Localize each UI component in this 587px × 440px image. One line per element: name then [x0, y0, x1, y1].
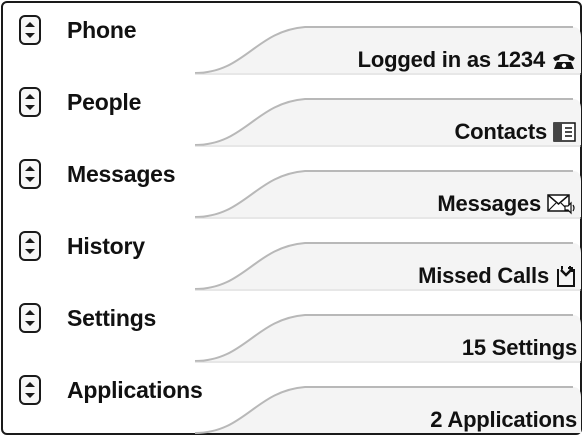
menu-row-settings[interactable]: Settings 15 Settings	[15, 299, 583, 363]
row-label-applications: Applications	[67, 377, 203, 403]
up-down-arrows-icon	[25, 310, 35, 326]
missed-call-icon	[555, 264, 577, 288]
menu-row-people[interactable]: People Contacts	[15, 83, 583, 147]
row-value-messages[interactable]: Messages	[437, 189, 577, 219]
row-value-people[interactable]: Contacts	[454, 117, 577, 147]
menu-row-applications[interactable]: Applications 2 Applications	[15, 371, 583, 435]
row-value-applications[interactable]: 2 Applications	[430, 405, 577, 435]
row-label-phone: Phone	[67, 17, 137, 43]
missed-calls-text: Missed Calls	[418, 263, 549, 288]
login-status-text: Logged in as 1234	[357, 47, 546, 72]
settings-stepper-button[interactable]	[19, 303, 41, 333]
main-menu-panel: Phone Logged in as 1234 People Contacts …	[1, 1, 582, 435]
up-down-arrows-icon	[25, 382, 35, 398]
phone-icon	[551, 50, 577, 70]
row-label-messages: Messages	[67, 161, 176, 187]
up-down-arrows-icon	[25, 22, 35, 38]
row-label-settings: Settings	[67, 305, 157, 331]
messages-text: Messages	[437, 191, 541, 216]
up-down-arrows-icon	[25, 238, 35, 254]
messages-stepper-button[interactable]	[19, 159, 41, 189]
applications-count-text: 2 Applications	[430, 407, 577, 432]
up-down-arrows-icon	[25, 94, 35, 110]
menu-row-phone[interactable]: Phone Logged in as 1234	[15, 11, 583, 75]
row-value-settings[interactable]: 15 Settings	[462, 333, 577, 363]
menu-row-messages[interactable]: Messages Messages	[15, 155, 583, 219]
row-label-people: People	[67, 89, 142, 115]
menu-row-history[interactable]: History Missed Calls	[15, 227, 583, 291]
contacts-text: Contacts	[454, 119, 547, 144]
up-down-arrows-icon	[25, 166, 35, 182]
settings-count-text: 15 Settings	[461, 335, 577, 360]
voicemail-icon	[547, 193, 577, 215]
row-value-phone[interactable]: Logged in as 1234	[358, 45, 577, 75]
row-value-history[interactable]: Missed Calls	[418, 261, 577, 291]
row-label-history: History	[67, 233, 145, 259]
people-stepper-button[interactable]	[19, 87, 41, 117]
contacts-icon	[553, 122, 577, 142]
applications-stepper-button[interactable]	[19, 375, 41, 405]
history-stepper-button[interactable]	[19, 231, 41, 261]
phone-stepper-button[interactable]	[19, 15, 41, 45]
